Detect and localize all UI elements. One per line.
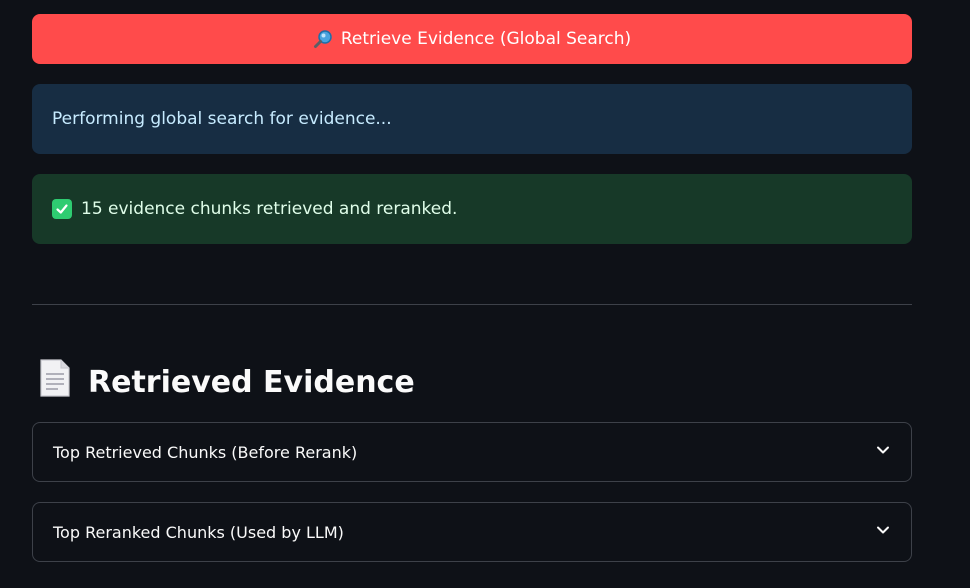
expander-reranked-chunks[interactable]: Top Reranked Chunks (Used by LLM) [32,502,912,562]
success-alert: 15 evidence chunks retrieved and reranke… [32,174,912,244]
app-main: Retrieve Evidence (Global Search) Perfor… [0,0,970,588]
success-alert-text: 15 evidence chunks retrieved and reranke… [81,199,458,219]
info-alert-text: Performing global search for evidence... [52,109,392,129]
document-icon [38,358,88,406]
section-heading: Retrieved Evidence [38,358,415,406]
expander-label: Top Reranked Chunks (Used by LLM) [53,522,344,542]
expander-retrieved-chunks[interactable]: Top Retrieved Chunks (Before Rerank) [32,422,912,482]
magnifier-icon [313,29,333,49]
info-alert: Performing global search for evidence... [32,84,912,154]
retrieve-evidence-label: Retrieve Evidence (Global Search) [340,29,632,49]
retrieve-evidence-button[interactable]: Retrieve Evidence (Global Search) [32,14,912,64]
check-icon [52,199,72,219]
divider [32,304,912,305]
chevron-down-icon[interactable] [875,442,891,462]
chevron-down-icon[interactable] [875,522,891,542]
expander-label: Top Retrieved Chunks (Before Rerank) [53,442,358,462]
section-title: Retrieved Evidence [88,364,415,400]
